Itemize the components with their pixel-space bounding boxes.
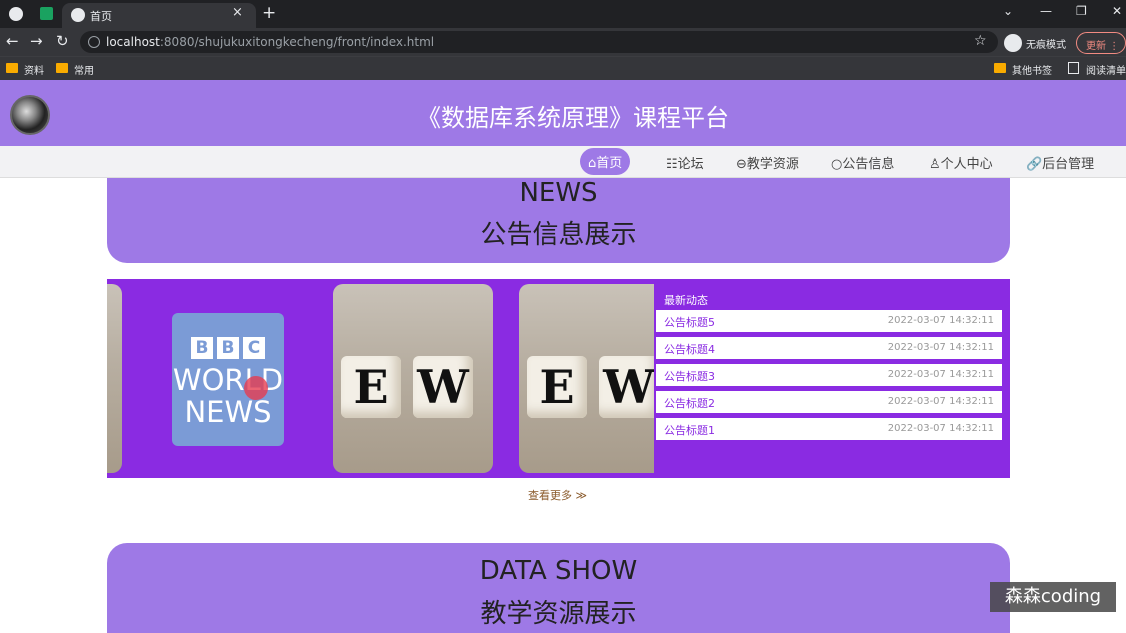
- nav-admin[interactable]: 🔗后台管理: [1026, 153, 1094, 172]
- nav-profile[interactable]: ♙个人中心: [929, 153, 993, 172]
- list-item[interactable]: 公告标题5 2022-03-07 14:32:11: [656, 310, 1002, 332]
- carousel-slide[interactable]: E W: [333, 284, 493, 473]
- page-title: 《数据库系统原理》课程平台: [417, 104, 729, 132]
- view-more-link[interactable]: 查看更多 ≫: [528, 487, 587, 503]
- carousel-slide[interactable]: [107, 284, 122, 473]
- incognito-indicator[interactable]: 无痕模式: [1004, 33, 1072, 53]
- mouse-cursor-highlight: [244, 376, 268, 400]
- site-header: 《数据库系统原理》课程平台: [0, 80, 1126, 146]
- browser-tab-strip: 首页 × + ⌄ — ❐ ✕: [0, 0, 1126, 28]
- other-bookmarks[interactable]: 其他书签: [994, 62, 1052, 77]
- nav-resources[interactable]: ⊖教学资源: [736, 153, 799, 172]
- news-banner: NEWS 公告信息展示: [107, 178, 1010, 263]
- folder-icon: [994, 63, 1006, 73]
- nav-announcements[interactable]: ○公告信息: [831, 153, 894, 172]
- news-en-title: NEWS: [519, 178, 598, 208]
- folder-icon: [6, 63, 18, 73]
- minimize-icon[interactable]: —: [1040, 4, 1052, 18]
- main-nav: ⌂首页 ☷论坛 ⊖教学资源 ○公告信息 ♙个人中心 🔗后台管理: [0, 146, 1126, 178]
- reading-list-icon: [1068, 62, 1079, 74]
- globe-icon: [71, 8, 85, 22]
- tab-title: 首页: [90, 10, 112, 23]
- list-item[interactable]: 公告标题3 2022-03-07 14:32:11: [656, 364, 1002, 386]
- back-icon[interactable]: ←: [6, 32, 19, 50]
- bookmark-star-icon[interactable]: ☆: [974, 33, 987, 49]
- news-cn-title: 公告信息展示: [480, 220, 637, 250]
- reading-list[interactable]: 阅读清单: [1068, 62, 1126, 77]
- browser-tab[interactable]: 首页 ×: [62, 3, 256, 28]
- bookmark-folder[interactable]: 常用: [56, 62, 94, 77]
- nav-home[interactable]: ⌂首页: [580, 148, 631, 175]
- data-cn-title: 教学资源展示: [480, 599, 637, 629]
- close-icon[interactable]: ×: [232, 5, 243, 20]
- bbc-logo-image[interactable]: B B C WORLD NEWS: [172, 313, 284, 446]
- data-en-title: DATA SHOW: [479, 556, 638, 586]
- list-item[interactable]: 公告标题2 2022-03-07 14:32:11: [656, 391, 1002, 413]
- nav-forum[interactable]: ☷论坛: [666, 153, 704, 172]
- info-icon[interactable]: [88, 36, 100, 48]
- list-item[interactable]: 公告标题1 2022-03-07 14:32:11: [656, 418, 1002, 440]
- app-icon[interactable]: [40, 7, 53, 20]
- browser-toolbar: ← → ↻ localhost:8080/shujukuxitongkechen…: [0, 28, 1126, 56]
- url-text[interactable]: localhost:8080/shujukuxitongkecheng/fron…: [106, 35, 434, 49]
- forward-icon[interactable]: →: [30, 32, 43, 50]
- chevron-down-icon[interactable]: ⌄: [1003, 4, 1013, 18]
- restore-icon[interactable]: ❐: [1076, 4, 1087, 18]
- carousel-slide[interactable]: E W: [519, 284, 654, 473]
- bookmark-folder[interactable]: 资料: [6, 62, 44, 77]
- list-item[interactable]: 公告标题4 2022-03-07 14:32:11: [656, 337, 1002, 359]
- update-button[interactable]: 更新 ⋮: [1076, 32, 1126, 54]
- window-close-icon[interactable]: ✕: [1112, 4, 1122, 18]
- folder-icon: [56, 63, 68, 73]
- latest-news-heading: 最新动态: [664, 294, 708, 307]
- bookmarks-bar: 资料 常用 其他书签 阅读清单: [0, 56, 1126, 80]
- address-bar[interactable]: localhost:8080/shujukuxitongkecheng/fron…: [80, 31, 998, 53]
- news-panel: B B C WORLD NEWS E W E W 最新动态 公告标题5 2022…: [107, 279, 1010, 478]
- reload-icon[interactable]: ↻: [56, 32, 69, 50]
- watermark: 森森coding: [990, 582, 1116, 612]
- data-show-banner: DATA SHOW 教学资源展示: [107, 543, 1010, 633]
- new-tab-button[interactable]: +: [262, 3, 276, 23]
- globe-icon[interactable]: [9, 7, 23, 21]
- incognito-icon: [1004, 34, 1022, 52]
